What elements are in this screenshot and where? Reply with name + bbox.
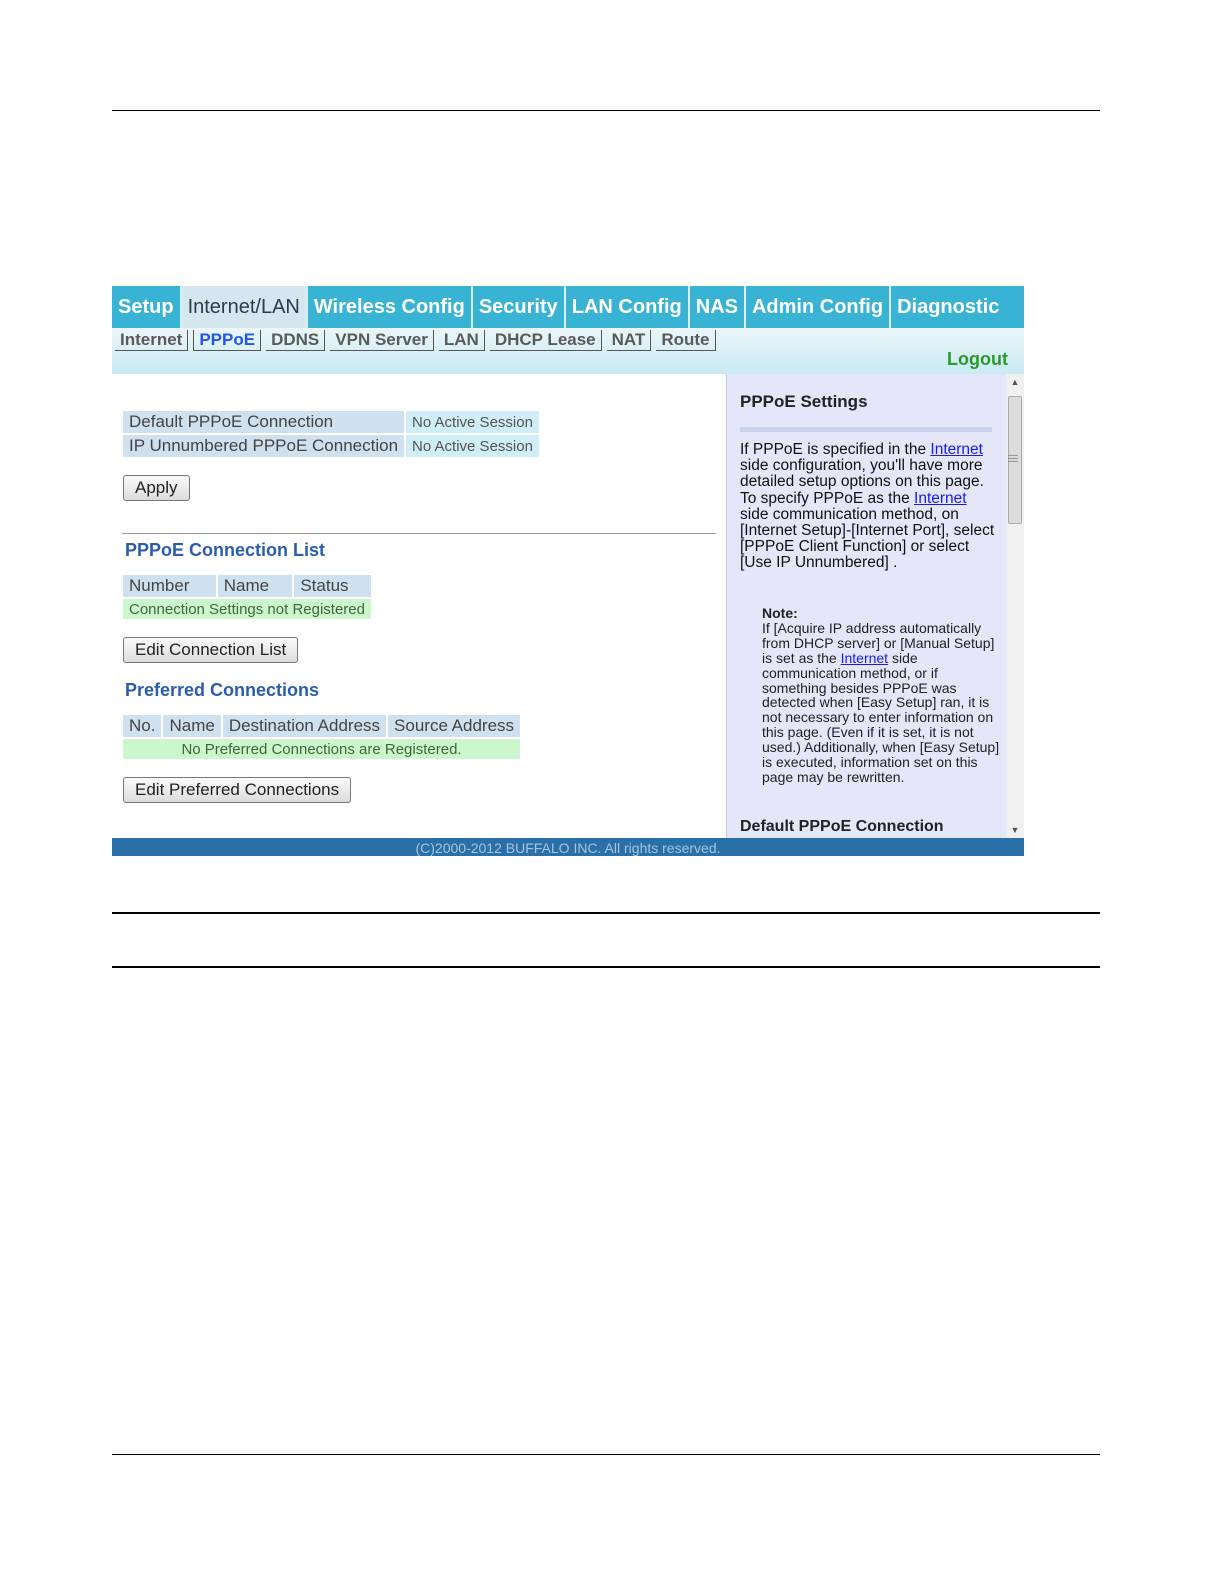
subtab-ddns[interactable]: DDNS [266, 330, 326, 351]
col-pref-name: Name [163, 715, 221, 737]
unnumbered-connection-label: IP Unnumbered PPPoE Connection [123, 435, 405, 457]
session-status-table: Default PPPoE Connection No Active Sessi… [121, 409, 541, 459]
edit-preferred-connections-button[interactable]: Edit Preferred Connections [123, 777, 352, 803]
scroll-down-arrow-icon[interactable]: ▼ [1006, 822, 1024, 838]
subtab-pppoe[interactable]: PPPoE [193, 330, 262, 351]
col-source-address: Source Address [388, 715, 521, 737]
section-divider [122, 533, 716, 534]
scroll-grip-icon: — — — [1008, 450, 1018, 467]
col-destination-address: Destination Address [222, 715, 387, 737]
page-top-rule [112, 110, 1100, 111]
tab-nas[interactable]: NAS [690, 286, 746, 328]
router-admin-screenshot: Setup Internet/LAN Wireless Config Secur… [112, 286, 1024, 856]
internet-link-2[interactable]: Internet [914, 490, 967, 507]
scroll-up-arrow-icon[interactable]: ▲ [1006, 374, 1024, 390]
help-paragraph: If PPPoE is specified in the Internet si… [740, 441, 996, 572]
col-no: No. [123, 715, 162, 737]
edit-connection-list-button[interactable]: Edit Connection List [123, 637, 299, 663]
copyright-footer: (C)2000-2012 BUFFALO INC. All rights res… [112, 838, 1024, 856]
help-text-1: If PPPoE is specified in the [740, 441, 927, 458]
main-panel: Default PPPoE Connection No Active Sessi… [112, 374, 726, 838]
subtab-nat[interactable]: NAT [606, 330, 652, 351]
page-rule-1 [112, 912, 1100, 914]
help-section-heading: Default PPPoE Connection [740, 818, 944, 835]
connection-list-empty: Connection Settings not Registered [123, 599, 371, 619]
note-title: Note: [762, 605, 798, 621]
col-number: Number [123, 575, 216, 597]
tab-diagnostic[interactable]: Diagnostic [891, 286, 1024, 328]
tab-wireless-config[interactable]: Wireless Config [308, 286, 473, 328]
note-text-2: side communication method, or if somethi… [762, 649, 1000, 785]
help-text-3: side communication method, on [Internet … [740, 505, 995, 572]
logout-link[interactable]: Logout [947, 349, 1008, 370]
default-connection-status: No Active Session [406, 411, 539, 433]
internet-link-3[interactable]: Internet [841, 650, 888, 666]
subtab-vpn-server[interactable]: VPN Server [330, 330, 434, 351]
help-scrollbar[interactable]: ▲ — — — ▼ [1006, 374, 1024, 838]
page-rule-2 [112, 966, 1100, 968]
subtab-lan[interactable]: LAN [438, 330, 485, 351]
tab-admin-config[interactable]: Admin Config [746, 286, 892, 328]
subtab-route[interactable]: Route [656, 330, 716, 351]
preferred-connections-table: No. Name Destination Address Source Addr… [121, 713, 522, 761]
help-note: Note: If [Acquire IP address automatical… [762, 606, 1000, 785]
col-name: Name [217, 575, 293, 597]
preferred-connections-title: Preferred Connections [125, 680, 320, 700]
tab-security[interactable]: Security [473, 286, 566, 328]
default-connection-label: Default PPPoE Connection [123, 411, 405, 433]
connection-list-title: PPPoE Connection List [125, 540, 326, 560]
unnumbered-connection-status: No Active Session [406, 435, 539, 457]
subtab-dhcp-lease[interactable]: DHCP Lease [489, 330, 602, 351]
tab-setup[interactable]: Setup [112, 286, 182, 328]
help-title: PPPoE Settings [740, 392, 868, 411]
help-title-bar [740, 427, 992, 432]
preferred-connections-empty: No Preferred Connections are Registered. [123, 739, 521, 759]
top-navigation: Setup Internet/LAN Wireless Config Secur… [112, 286, 1024, 328]
tab-internet-lan[interactable]: Internet/LAN [181, 286, 308, 328]
help-panel: PPPoE Settings If PPPoE is specified in … [726, 374, 1024, 838]
apply-button[interactable]: Apply [123, 475, 190, 501]
subtab-internet[interactable]: Internet [115, 330, 189, 351]
sub-navigation: Internet PPPoE DDNS VPN Server LAN DHCP … [112, 328, 1024, 374]
tab-lan-config[interactable]: LAN Config [566, 286, 690, 328]
col-status: Status [294, 575, 371, 597]
connection-list-table: Number Name Status Connection Settings n… [121, 573, 373, 621]
internet-link-1[interactable]: Internet [930, 441, 983, 458]
page-bottom-rule [112, 1454, 1100, 1455]
